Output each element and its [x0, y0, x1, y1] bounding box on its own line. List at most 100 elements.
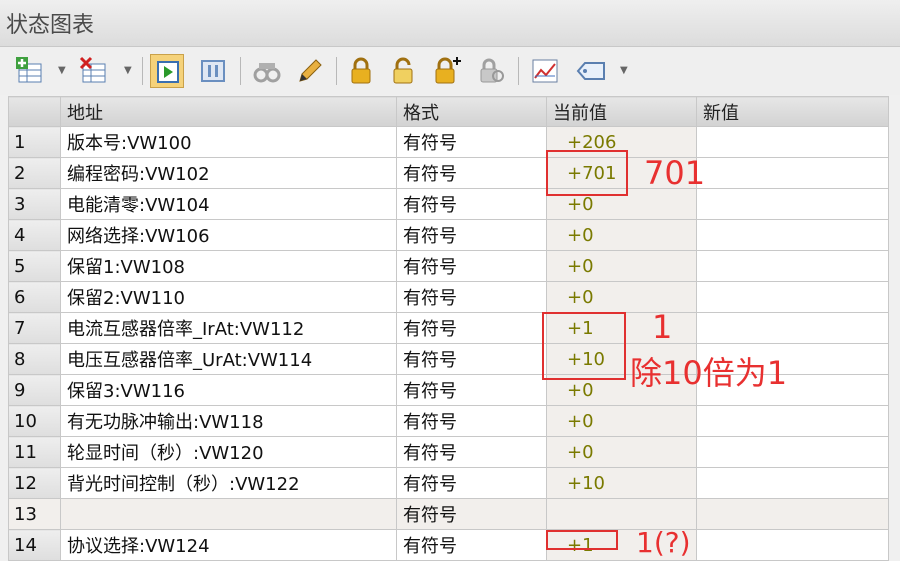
unforce-all-icon[interactable] — [430, 54, 464, 88]
row-number[interactable]: 11 — [8, 436, 61, 468]
address-cell[interactable]: 有无功脉冲输出:VW118 — [60, 405, 397, 437]
row-number[interactable]: 14 — [8, 529, 61, 561]
force-lock-icon[interactable] — [344, 54, 378, 88]
table-row: 7 电流互感器倍率_IrAt:VW112 有符号 +1 — [8, 312, 889, 344]
address-cell[interactable]: 协议选择:VW124 — [60, 529, 397, 561]
new-value-cell[interactable] — [696, 436, 889, 468]
row-number[interactable]: 12 — [8, 467, 61, 499]
address-cell[interactable]: 背光时间控制（秒）:VW122 — [60, 467, 397, 499]
read-icon[interactable] — [250, 54, 284, 88]
column-header-address[interactable]: 地址 — [60, 96, 397, 127]
format-cell[interactable]: 有符号 — [396, 219, 547, 251]
tag-dropdown-icon[interactable]: ▼ — [620, 66, 630, 76]
row-number[interactable]: 6 — [8, 281, 61, 313]
tag-icon[interactable] — [574, 54, 608, 88]
new-value-cell[interactable] — [696, 126, 889, 158]
window-title: 状态图表 — [6, 13, 95, 38]
format-cell[interactable]: 有符号 — [396, 498, 547, 530]
format-cell[interactable]: 有符号 — [396, 250, 547, 282]
row-number[interactable]: 7 — [8, 312, 61, 344]
new-value-cell[interactable] — [696, 188, 889, 220]
monitor-start-icon[interactable] — [150, 54, 184, 88]
unforce-unlock-icon[interactable] — [386, 54, 420, 88]
insert-row-icon[interactable] — [14, 54, 48, 88]
format-cell[interactable]: 有符号 — [396, 529, 547, 561]
write-pencil-icon[interactable] — [292, 54, 326, 88]
column-header-format[interactable]: 格式 — [396, 96, 547, 127]
address-cell[interactable] — [60, 498, 397, 530]
delete-row-icon[interactable] — [78, 54, 112, 88]
format-cell[interactable]: 有符号 — [396, 281, 547, 313]
table-row: 4 网络选择:VW106 有符号 +0 — [8, 219, 889, 251]
address-cell[interactable]: 保留2:VW110 — [60, 281, 397, 313]
new-value-cell[interactable] — [696, 529, 889, 561]
row-number[interactable]: 1 — [8, 126, 61, 158]
current-value-cell: +0 — [546, 281, 697, 313]
format-cell[interactable]: 有符号 — [396, 436, 547, 468]
address-cell[interactable]: 电压互感器倍率_UrAt:VW114 — [60, 343, 397, 375]
table-row: 13 有符号 — [8, 498, 889, 530]
address-cell[interactable]: 版本号:VW100 — [60, 126, 397, 158]
format-cell[interactable]: 有符号 — [396, 126, 547, 158]
table-row: 5 保留1:VW108 有符号 +0 — [8, 250, 889, 282]
annotation-box-ratio — [542, 312, 626, 380]
delete-dropdown-icon[interactable]: ▼ — [124, 66, 134, 76]
column-header-current-value[interactable]: 当前值 — [546, 96, 697, 127]
row-number[interactable]: 5 — [8, 250, 61, 282]
new-value-cell[interactable] — [696, 405, 889, 437]
new-value-cell[interactable] — [696, 312, 889, 344]
table-row: 6 保留2:VW110 有符号 +0 — [8, 281, 889, 313]
format-cell[interactable]: 有符号 — [396, 157, 547, 189]
annotation-box-cut — [546, 530, 618, 550]
row-number[interactable]: 3 — [8, 188, 61, 220]
row-number[interactable]: 9 — [8, 374, 61, 406]
new-value-cell[interactable] — [696, 219, 889, 251]
trend-chart-icon[interactable] — [528, 54, 562, 88]
table-row: 12 背光时间控制（秒）:VW122 有符号 +10 — [8, 467, 889, 499]
address-cell[interactable]: 轮显时间（秒）:VW120 — [60, 436, 397, 468]
address-cell[interactable]: 保留3:VW116 — [60, 374, 397, 406]
format-cell[interactable]: 有符号 — [396, 405, 547, 437]
toolbar-separator — [240, 57, 241, 85]
current-value-cell: +0 — [546, 405, 697, 437]
annotation-text-701: 701 — [644, 154, 706, 192]
format-cell[interactable]: 有符号 — [396, 312, 547, 344]
new-value-cell[interactable] — [696, 281, 889, 313]
new-value-cell[interactable] — [696, 250, 889, 282]
annotation-text-cut: 1(?) — [636, 526, 691, 559]
current-value-cell: +0 — [546, 250, 697, 282]
new-value-cell[interactable] — [696, 467, 889, 499]
format-cell[interactable]: 有符号 — [396, 188, 547, 220]
address-cell[interactable]: 编程密码:VW102 — [60, 157, 397, 189]
row-number[interactable]: 4 — [8, 219, 61, 251]
monitor-pause-icon[interactable] — [196, 54, 230, 88]
current-value-cell — [546, 498, 697, 530]
address-cell[interactable]: 电能清零:VW104 — [60, 188, 397, 220]
annotation-text-div10: 除10倍为1 — [630, 354, 788, 392]
table-row: 10 有无功脉冲输出:VW118 有符号 +0 — [8, 405, 889, 437]
format-cell[interactable]: 有符号 — [396, 374, 547, 406]
table-row: 14 协议选择:VW124 有符号 +1 — [8, 529, 889, 561]
table-row: 1 版本号:VW100 有符号 +206 — [8, 126, 889, 158]
row-number[interactable]: 13 — [8, 498, 61, 530]
table-row: 11 轮显时间（秒）:VW120 有符号 +0 — [8, 436, 889, 468]
table-header-row: 地址 格式 当前值 新值 — [8, 96, 889, 127]
insert-dropdown-icon[interactable]: ▼ — [58, 66, 68, 76]
new-value-cell[interactable] — [696, 498, 889, 530]
current-value-cell: +0 — [546, 436, 697, 468]
address-cell[interactable]: 网络选择:VW106 — [60, 219, 397, 251]
row-number[interactable]: 8 — [8, 343, 61, 375]
read-all-forced-icon[interactable] — [474, 54, 508, 88]
row-number[interactable]: 2 — [8, 157, 61, 189]
toolbar: ▼ ▼ ▼ — [0, 47, 900, 95]
address-cell[interactable]: 保留1:VW108 — [60, 250, 397, 282]
new-value-cell[interactable] — [696, 157, 889, 189]
row-number[interactable]: 10 — [8, 405, 61, 437]
column-header-rownum — [8, 96, 61, 127]
column-header-new-value[interactable]: 新值 — [696, 96, 889, 127]
current-value-cell: +10 — [546, 467, 697, 499]
address-cell[interactable]: 电流互感器倍率_IrAt:VW112 — [60, 312, 397, 344]
format-cell[interactable]: 有符号 — [396, 343, 547, 375]
format-cell[interactable]: 有符号 — [396, 467, 547, 499]
table-row: 2 编程密码:VW102 有符号 +701 — [8, 157, 889, 189]
